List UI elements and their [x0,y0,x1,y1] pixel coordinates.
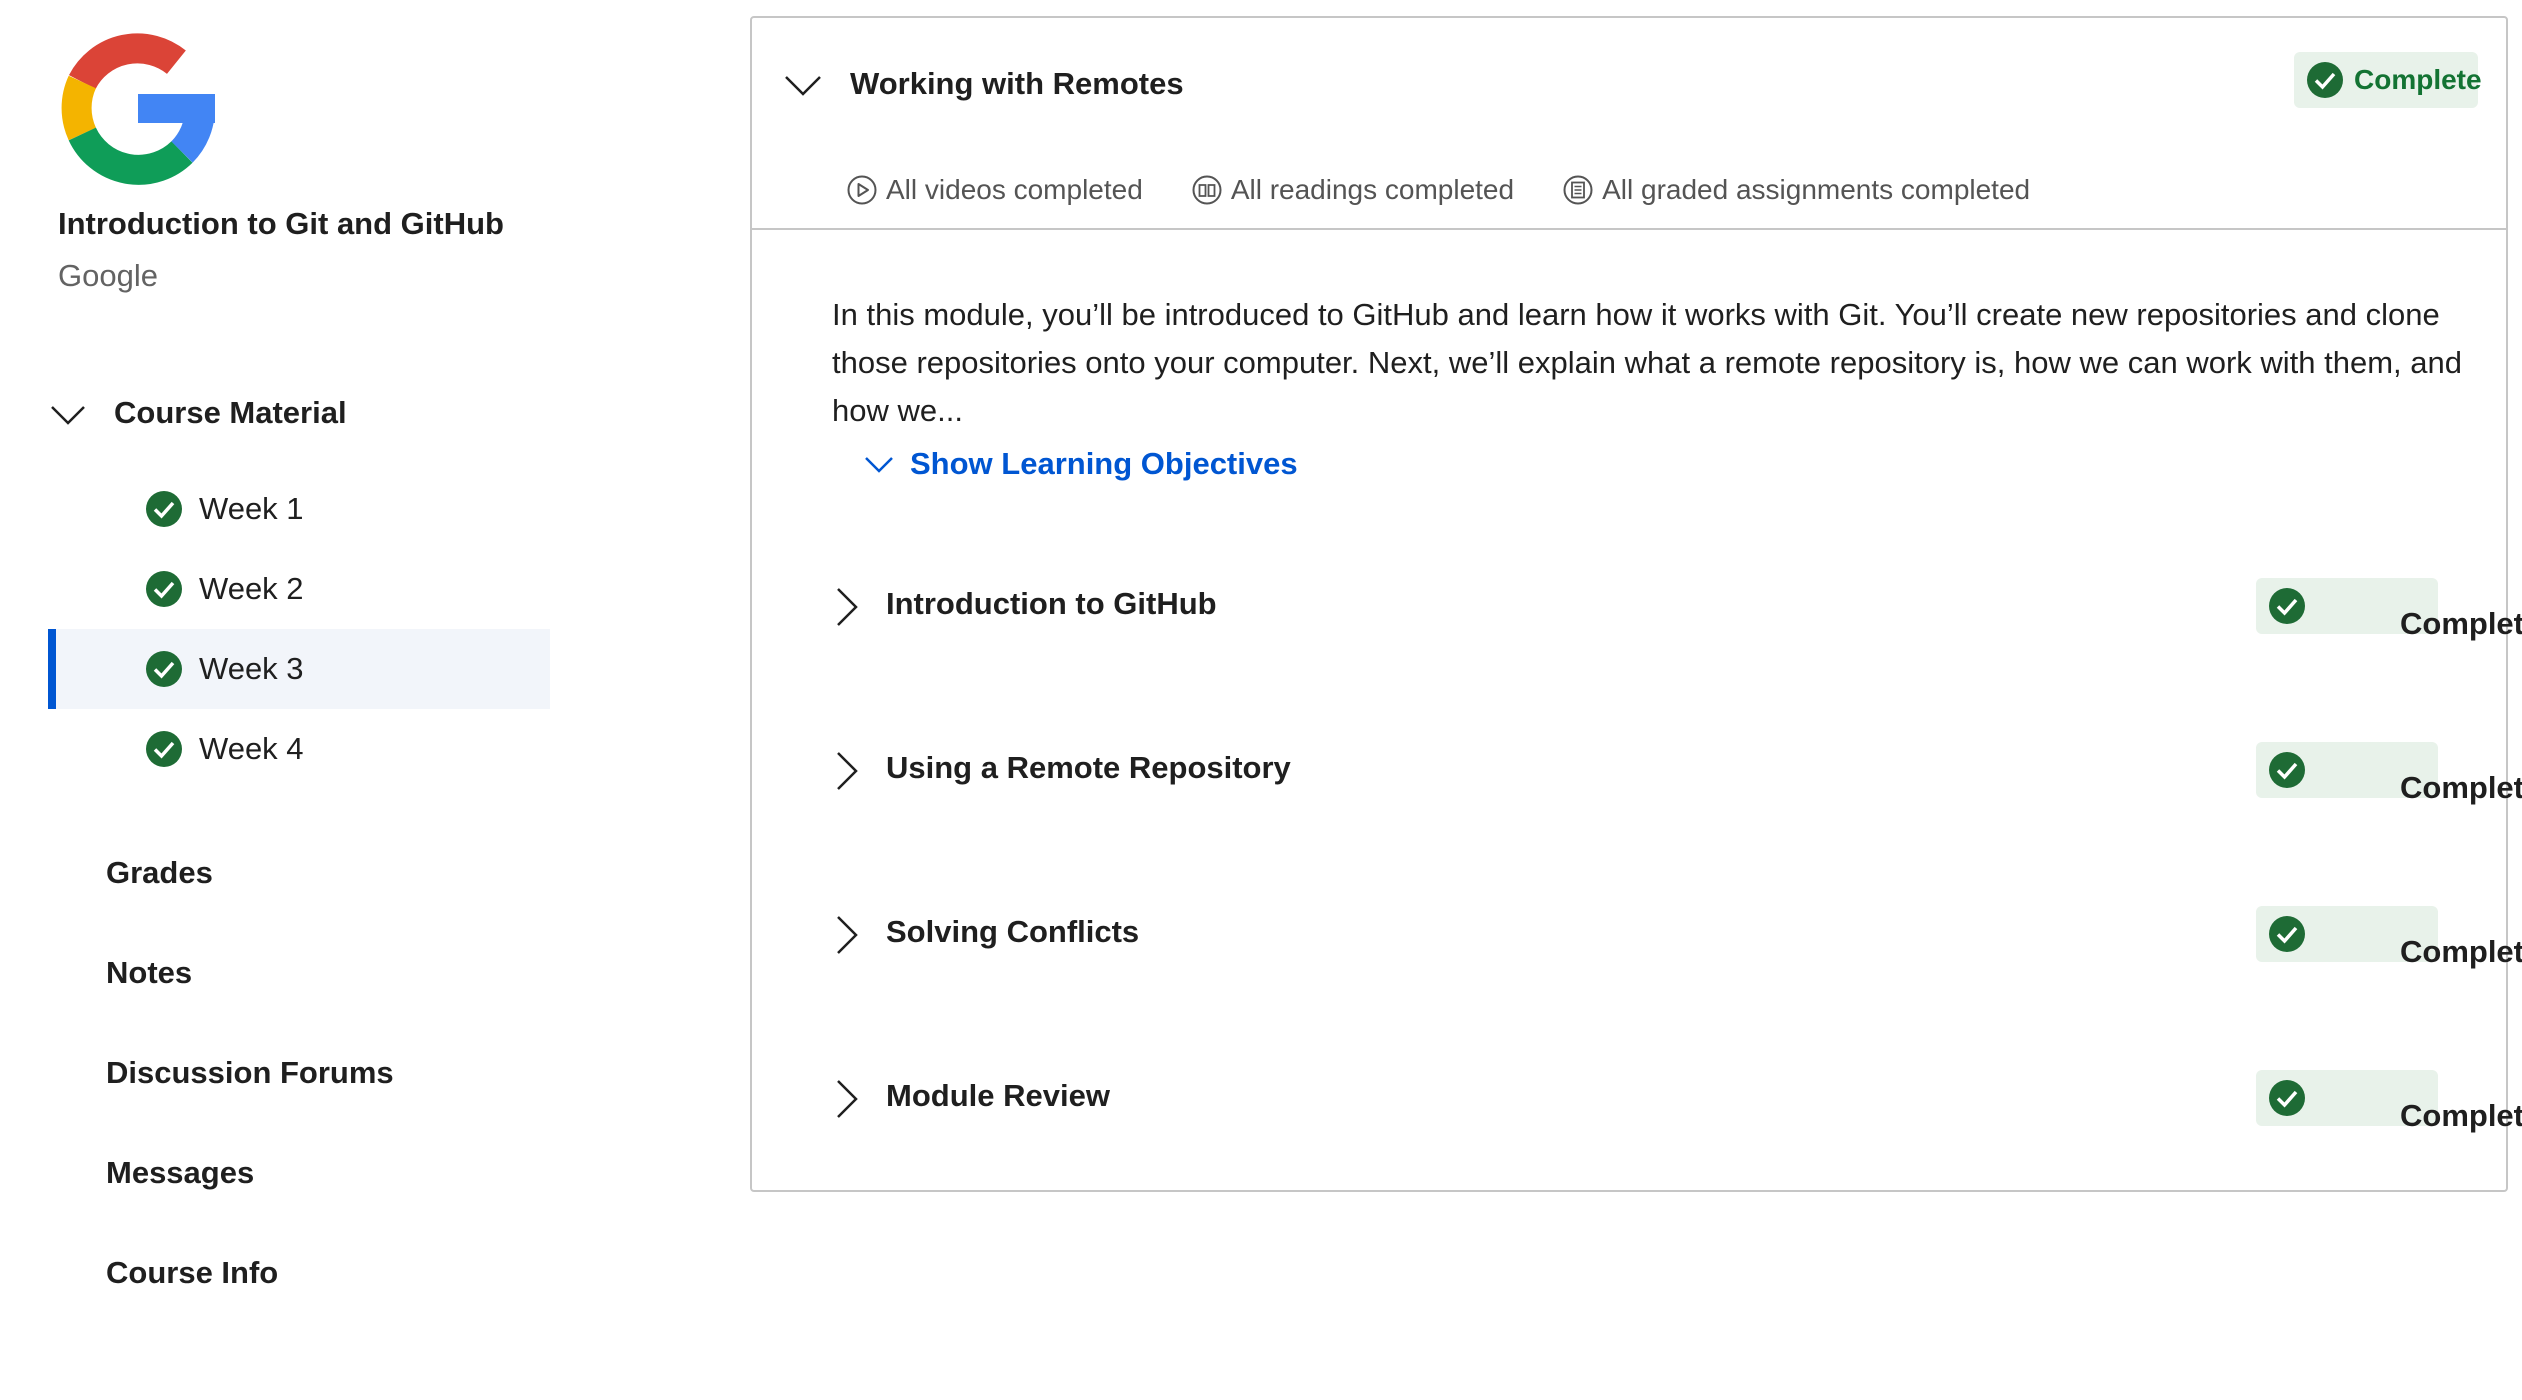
lesson-module-review[interactable]: Module Review Complete [752,1050,2522,1214]
sidebar-item-week-3[interactable]: Week 3 [48,629,550,709]
course-sidebar: Introduction to Git and GitHub Google Co… [0,0,700,1400]
lesson-list: Introduction to GitHub Complete Using a … [752,558,2522,1214]
chevron-right-icon [837,588,858,626]
module-header: Working with Remotes Complete All videos… [752,18,2506,230]
nav-link-course-info[interactable]: Course Info [106,1248,394,1348]
course-title: Introduction to Git and GitHub [58,206,504,241]
course-nav-links: Grades Notes Discussion Forums Messages … [106,848,394,1348]
show-learning-objectives-button[interactable]: Show Learning Objectives [862,446,1298,482]
check-circle-icon [2269,752,2305,788]
status-label: Complete [2400,606,2522,641]
lesson-introduction-to-github[interactable]: Introduction to GitHub Complete [752,558,2522,722]
module-description: In this module, you’ll be introduced to … [832,297,2462,428]
chevron-down-icon [51,406,85,425]
lesson-status-badge: Complete [2256,578,2522,641]
status-label: Complete [2400,1098,2522,1133]
module-title: Working with Remotes [850,66,1184,101]
sidebar-item-week-1[interactable]: Week 1 [48,469,550,549]
lesson-title: Introduction to GitHub [886,586,1217,621]
book-icon [1192,175,1222,205]
week-label: Week 3 [199,651,304,686]
play-circle-icon [847,175,877,205]
status-label: Complete [2354,64,2482,95]
lesson-status-badge: Complete [2256,1070,2522,1133]
chevron-down-icon [865,457,893,473]
module-card: Working with Remotes Complete All videos… [750,16,2522,1192]
week-label: Week 1 [199,491,304,526]
sidebar-item-week-4[interactable]: Week 4 [48,709,550,789]
check-circle-icon [146,491,182,527]
week-label: Week 2 [199,571,304,606]
assignment-icon [1563,175,1593,205]
readings-summary: All readings completed [1191,174,1514,206]
check-circle-icon [2269,1080,2305,1116]
check-circle-icon [2269,588,2305,624]
chevron-down-icon [785,76,821,96]
videos-summary: All videos completed [846,174,1143,206]
chevron-right-icon [837,1080,858,1118]
nav-link-notes[interactable]: Notes [106,948,394,1048]
module-status-badge: Complete [2294,52,2482,108]
google-logo [61,33,216,185]
readings-summary-label: All readings completed [1230,174,1515,205]
lesson-title: Using a Remote Repository [886,750,1291,785]
assignments-summary: All graded assignments completed [1562,174,2030,206]
lesson-solving-conflicts[interactable]: Solving Conflicts Complete [752,886,2522,1050]
module-summary: All videos completed All readings comple… [846,168,2078,212]
check-circle-icon [146,731,182,767]
lesson-title: Module Review [886,1078,1110,1113]
module-collapse-toggle[interactable]: Working with Remotes [782,54,1184,114]
assignments-summary-label: All graded assignments completed [1602,174,2031,205]
sidebar-item-week-2[interactable]: Week 2 [48,549,550,629]
week-label: Week 4 [199,731,304,766]
check-circle-icon [2307,62,2343,98]
course-partner: Google [58,258,158,293]
course-material-label: Course Material [114,395,347,430]
lesson-using-a-remote-repository[interactable]: Using a Remote Repository Complete [752,722,2522,886]
nav-link-discussion-forums[interactable]: Discussion Forums [106,1048,394,1148]
nav-link-messages[interactable]: Messages [106,1148,394,1248]
week-list: Week 1 Week 2 Week 3 Week 4 [48,469,550,789]
lesson-title: Solving Conflicts [886,914,1140,949]
show-learning-objectives-label: Show Learning Objectives [910,446,1298,481]
chevron-right-icon [837,752,858,790]
check-circle-icon [146,651,182,687]
check-circle-icon [2269,916,2305,952]
chevron-right-icon [837,916,858,954]
course-material-toggle[interactable]: Course Material [48,388,347,438]
lesson-status-badge: Complete [2256,906,2522,969]
videos-summary-label: All videos completed [886,174,1143,205]
status-label: Complete [2400,770,2522,805]
nav-link-grades[interactable]: Grades [106,848,394,948]
lesson-status-badge: Complete [2256,742,2522,805]
check-circle-icon [146,571,182,607]
status-label: Complete [2400,934,2522,969]
